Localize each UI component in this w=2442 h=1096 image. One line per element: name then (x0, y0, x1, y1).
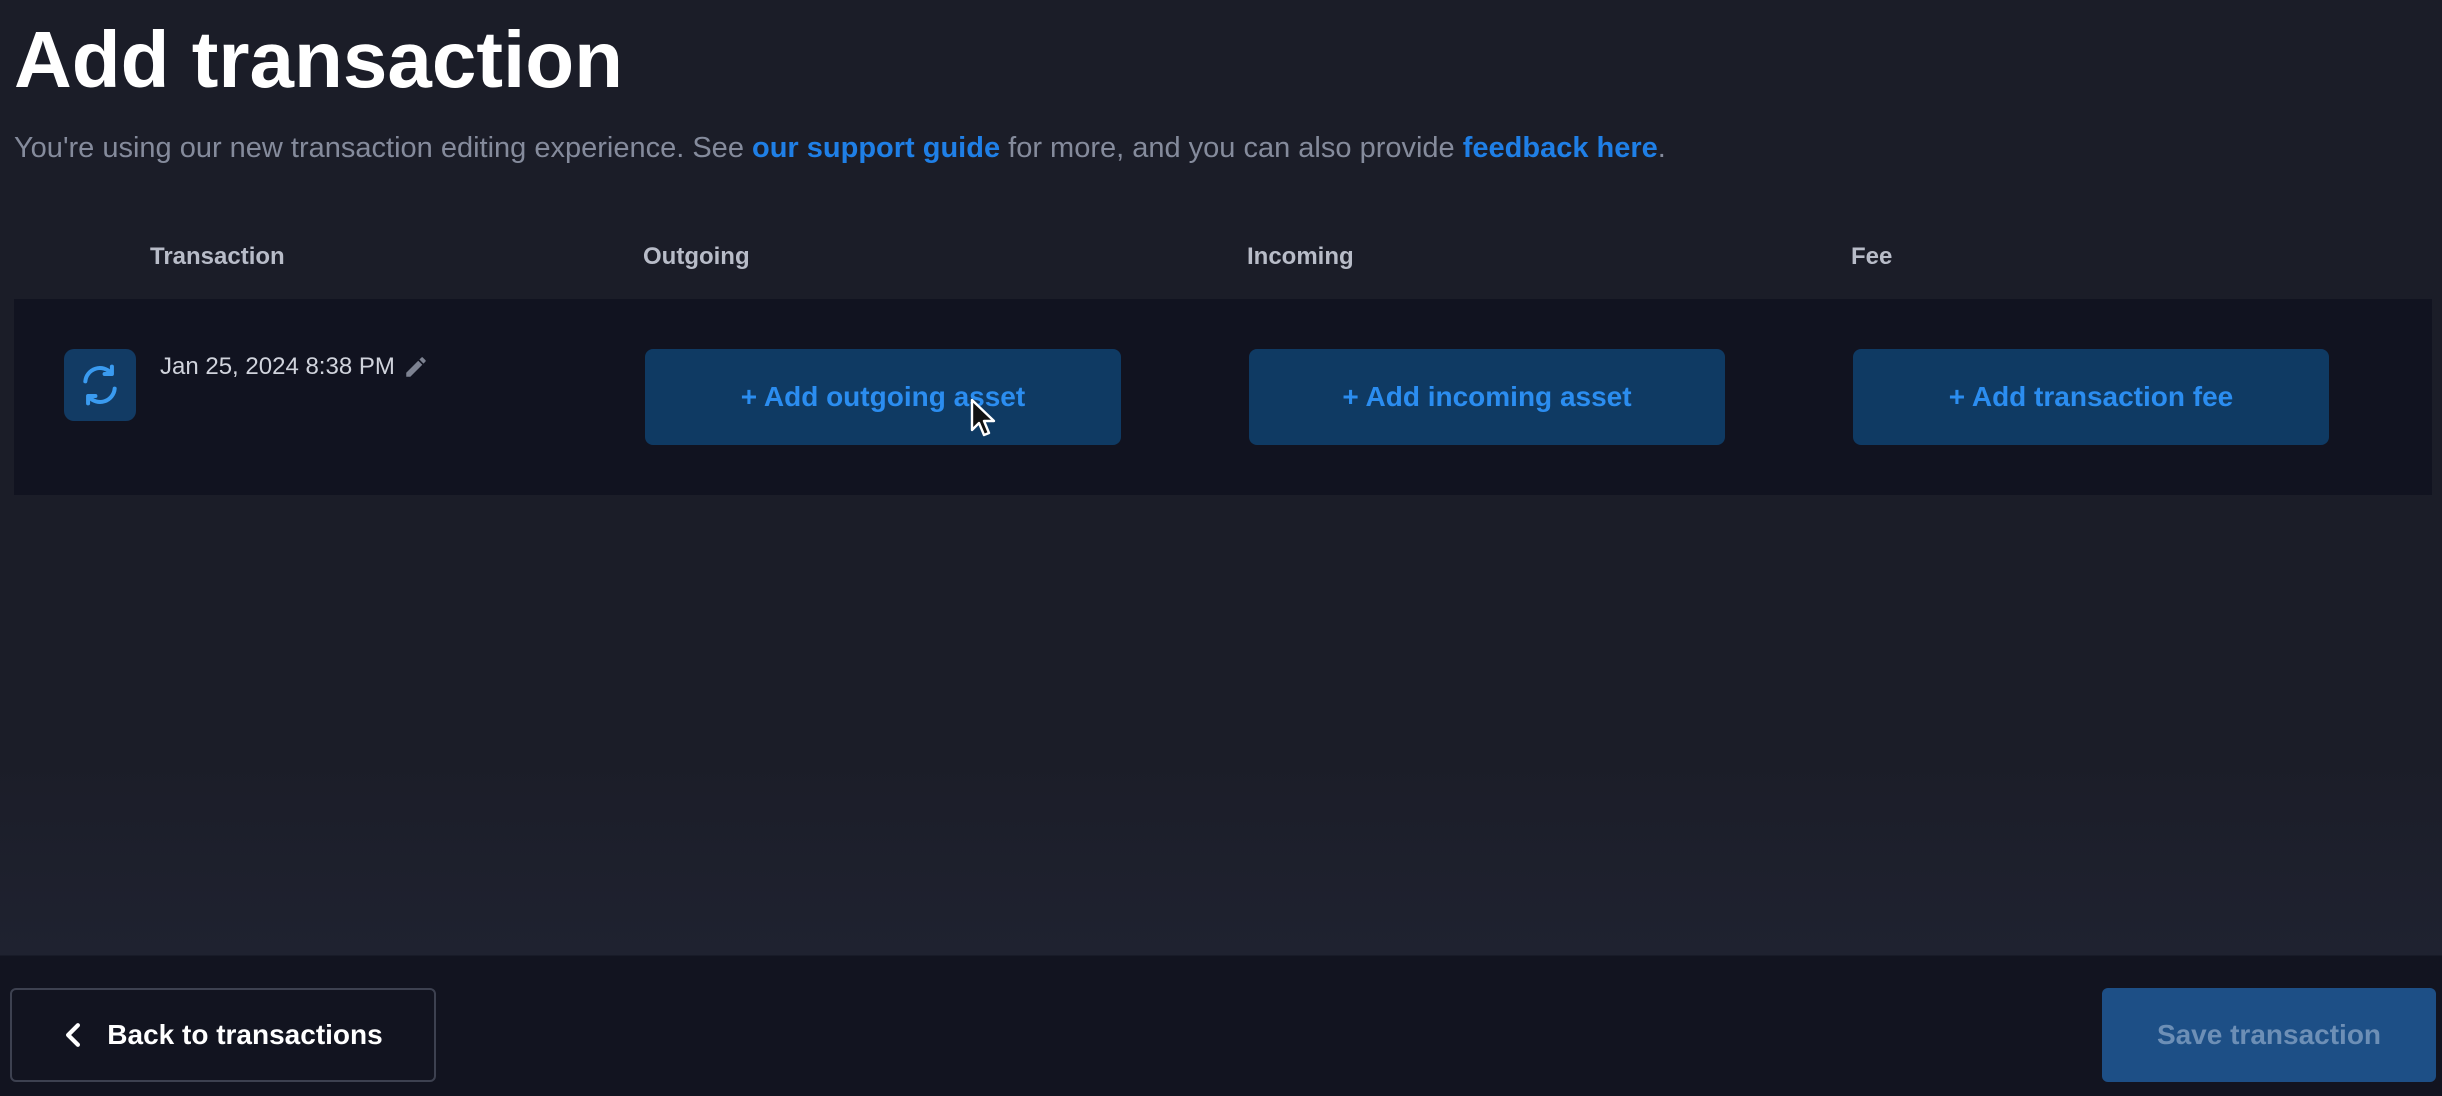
column-header-fee: Fee (1851, 243, 1893, 270)
add-outgoing-asset-button[interactable]: + Add outgoing asset (645, 349, 1121, 445)
page-subtitle: You're using our new transaction editing… (14, 128, 1666, 168)
subtitle-text-2: for more, and you can also provide (1000, 132, 1463, 164)
support-guide-link[interactable]: our support guide (752, 132, 1000, 164)
transaction-date: Jan 25, 2024 8:38 PM (160, 352, 429, 382)
column-header-incoming: Incoming (1247, 243, 1354, 270)
swap-icon (83, 364, 117, 406)
back-to-transactions-button[interactable]: Back to transactions (10, 988, 436, 1082)
pencil-icon[interactable] (403, 354, 429, 380)
feedback-link[interactable]: feedback here (1463, 132, 1658, 164)
subtitle-text-1: You're using our new transaction editing… (14, 132, 752, 164)
save-transaction-button[interactable]: Save transaction (2102, 988, 2436, 1082)
page-title: Add transaction (14, 15, 623, 104)
add-transaction-fee-button[interactable]: + Add transaction fee (1853, 349, 2329, 445)
page-background: Add transaction You're using our new tra… (0, 0, 2442, 1096)
subtitle-text-3: . (1657, 132, 1666, 164)
back-button-label: Back to transactions (107, 1019, 383, 1050)
mouse-cursor-icon (970, 398, 996, 437)
chevron-left-icon (66, 1023, 81, 1047)
column-header-outgoing: Outgoing (643, 243, 750, 270)
transaction-date-text: Jan 25, 2024 8:38 PM (160, 353, 395, 380)
add-incoming-asset-button[interactable]: + Add incoming asset (1249, 349, 1725, 445)
column-header-transaction: Transaction (150, 243, 285, 270)
transaction-type-button[interactable] (64, 349, 136, 421)
